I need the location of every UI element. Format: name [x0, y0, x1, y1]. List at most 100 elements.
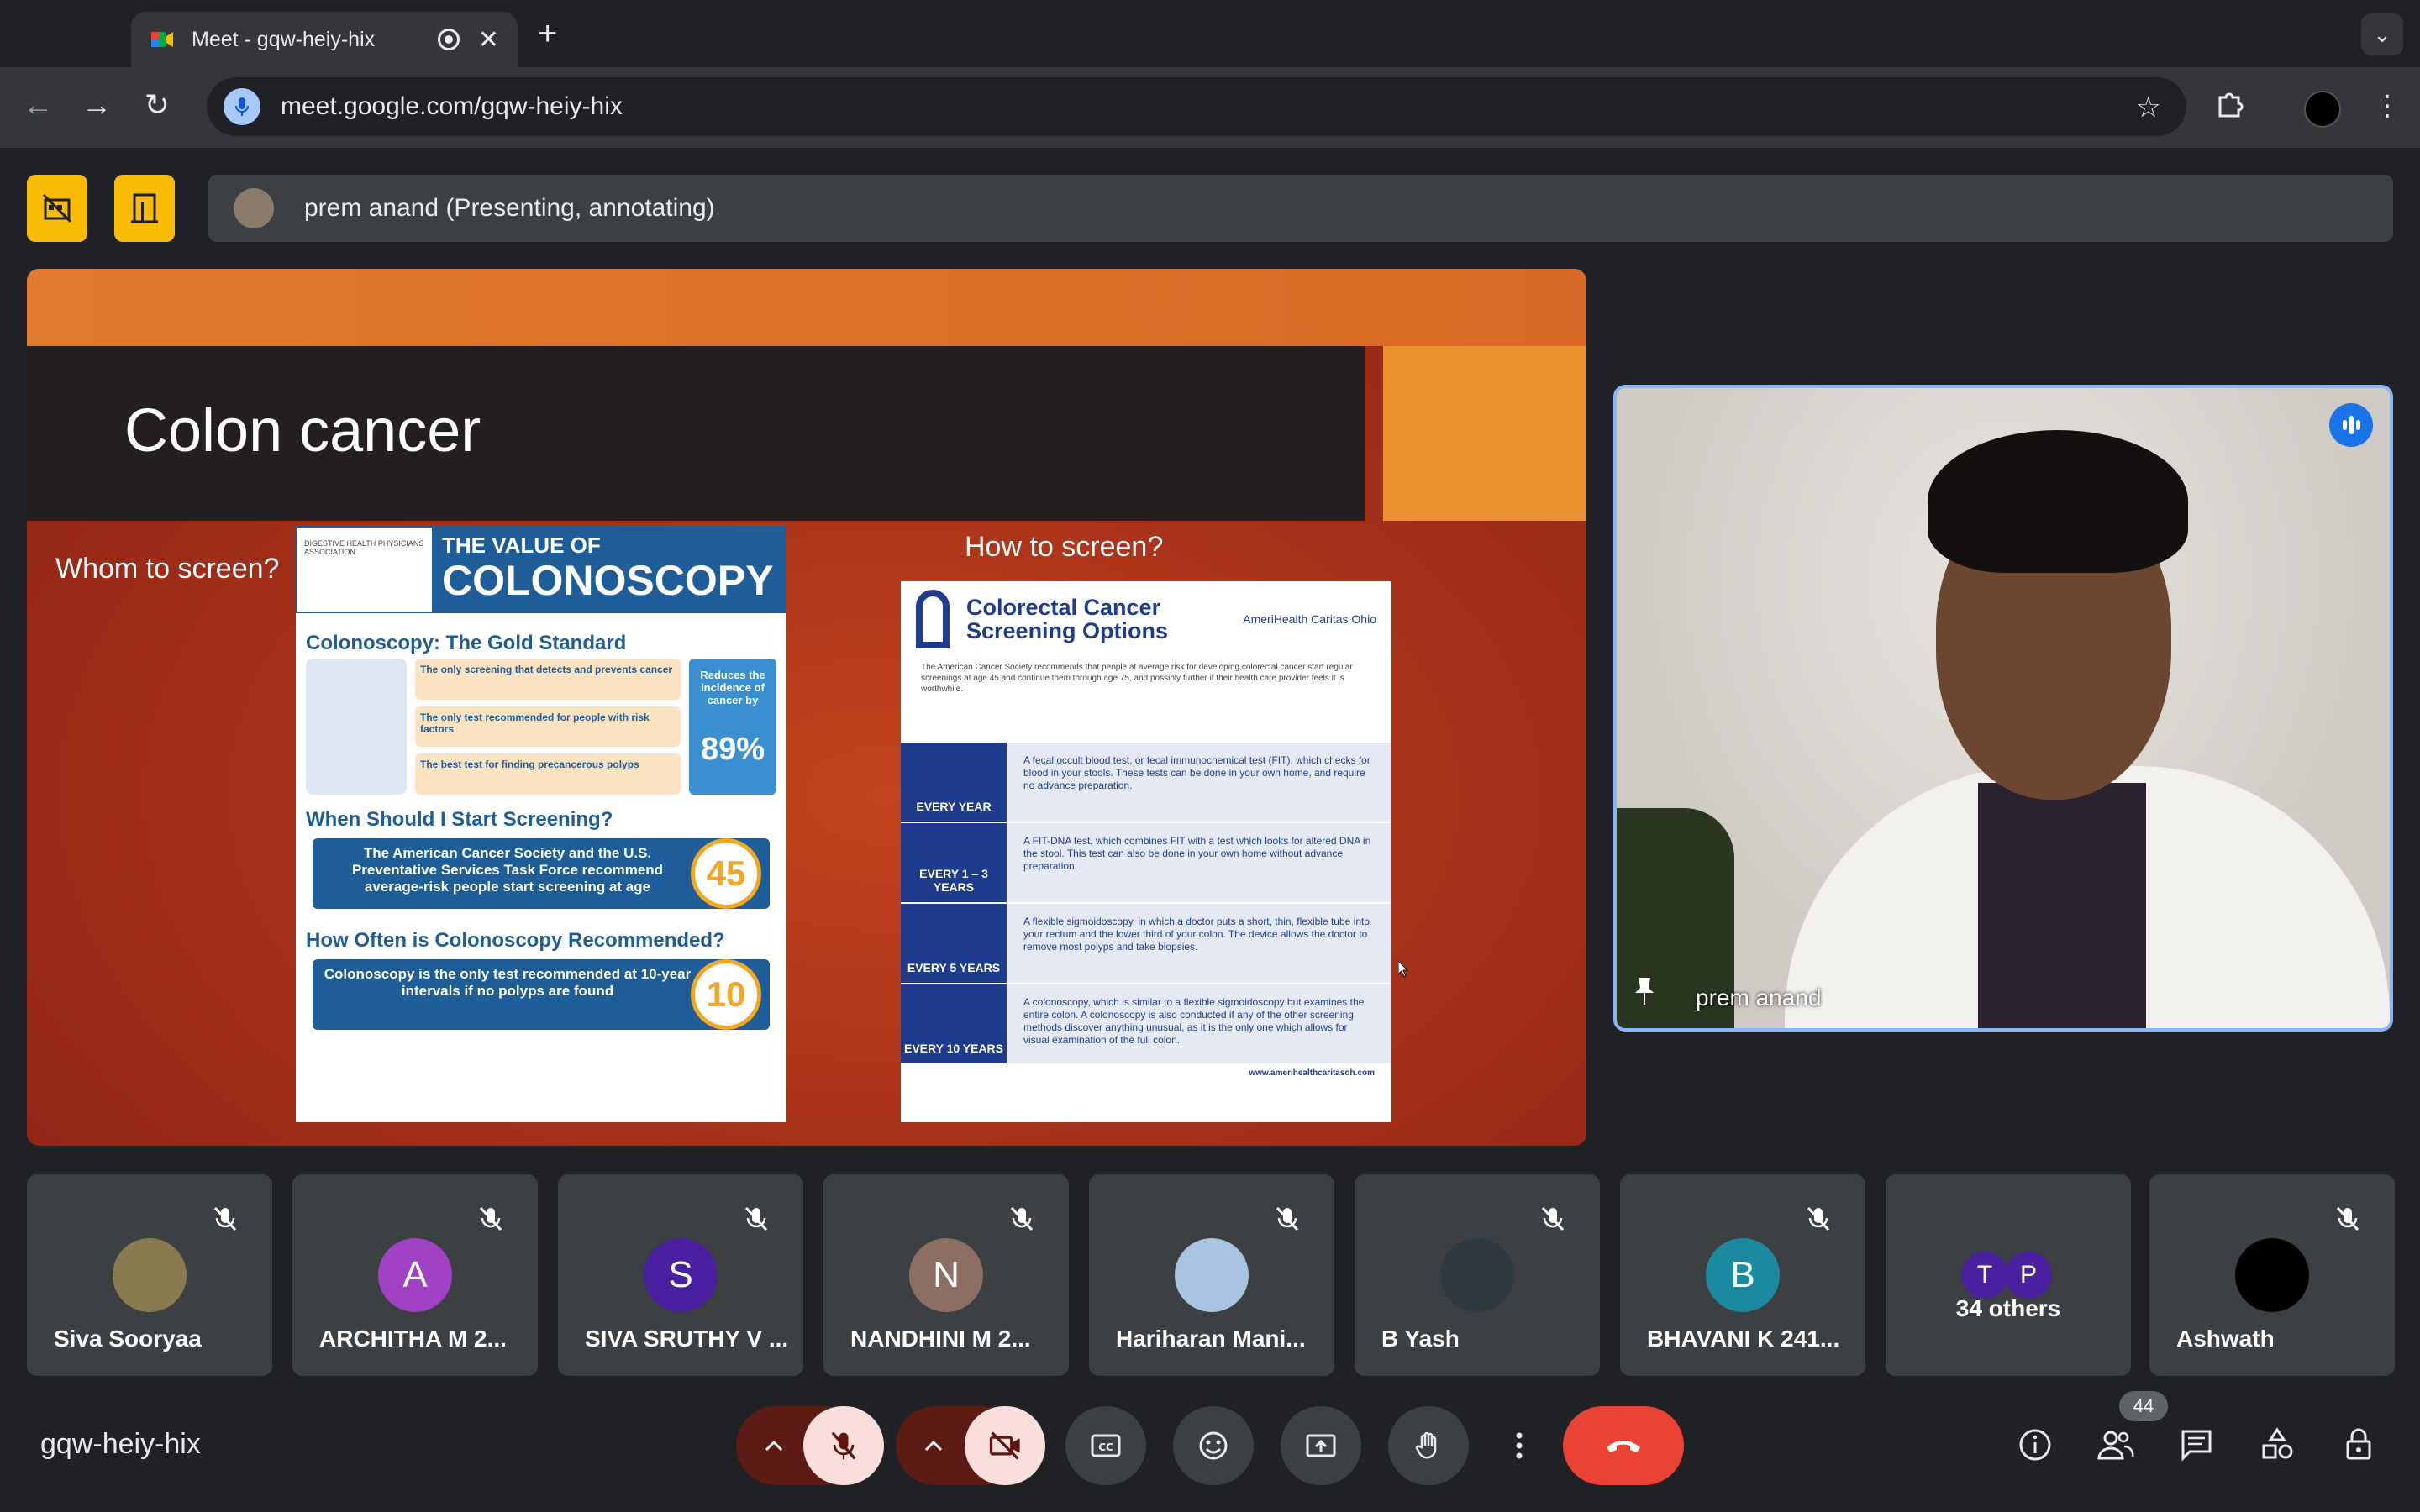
speaker-hair: [1928, 430, 2188, 573]
speaker-video-tile[interactable]: prem anand: [1613, 385, 2393, 1032]
participant-name: Ashwath: [2176, 1326, 2275, 1352]
slide-question-right: How to screen?: [965, 531, 1164, 563]
participant-tile[interactable]: N NANDHINI M 2...: [823, 1174, 1069, 1376]
participant-name: ARCHITHA M 2...: [319, 1326, 507, 1352]
svg-text:CC: CC: [1098, 1441, 1113, 1453]
people-button[interactable]: [2094, 1423, 2138, 1467]
mouse-cursor-icon: [1398, 961, 1409, 978]
info-icon: [2019, 1429, 2051, 1461]
participant-avatar: [1440, 1238, 1514, 1312]
tab-search-chevron-icon[interactable]: ⌄: [2361, 13, 2403, 55]
poster-section-2: When Should I Start Screening?: [306, 808, 613, 831]
muted-mic-icon: [1270, 1201, 1304, 1235]
muted-mic-icon: [2331, 1201, 2365, 1235]
options-footer-url: www.amerihealthcaritasoh.com: [1249, 1068, 1375, 1078]
others-tile[interactable]: T P 34 others: [1886, 1174, 2131, 1376]
muted-mic-icon: [1005, 1201, 1039, 1235]
muted-mic-icon: [208, 1201, 242, 1235]
presenter-banner[interactable]: prem anand (Presenting, annotating): [208, 175, 2393, 242]
participant-avatar: S: [644, 1238, 718, 1312]
slide-accent-block: [1383, 346, 1586, 521]
present-screen-button[interactable]: [1281, 1406, 1361, 1485]
stop-annotation-icon[interactable]: [27, 175, 87, 242]
host-controls-button[interactable]: [2338, 1423, 2381, 1467]
leave-call-button[interactable]: [1563, 1406, 1684, 1485]
meeting-details-button[interactable]: [2013, 1423, 2057, 1467]
chevron-up-icon: [924, 1440, 943, 1452]
tab-close-icon[interactable]: ✕: [478, 25, 499, 55]
participant-tile[interactable]: Siva Sooryaa: [27, 1174, 272, 1376]
presenter-avatar: [234, 188, 274, 228]
mic-off-icon: [831, 1431, 856, 1460]
closed-captions-icon: CC: [1091, 1434, 1121, 1457]
forward-arrow-icon[interactable]: →: [76, 87, 118, 123]
extensions-puzzle-icon[interactable]: [2215, 89, 2244, 125]
body-illustration-icon: [306, 659, 407, 795]
speaker-name: prem anand: [1696, 984, 1822, 1011]
gold-point-1: The only screening that detects and prev…: [415, 659, 681, 700]
other-avatar: T: [1961, 1252, 2008, 1299]
slide-question-left: Whom to screen?: [55, 553, 280, 585]
present-screen-icon: [1306, 1434, 1336, 1457]
chat-icon: [2181, 1430, 2212, 1462]
participant-tile[interactable]: A ARCHITHA M 2...: [292, 1174, 538, 1376]
chat-button[interactable]: [2175, 1423, 2218, 1467]
pin-icon[interactable]: [1632, 976, 1657, 1014]
start-screening-box: The American Cancer Society and the U.S.…: [313, 838, 770, 909]
muted-mic-icon: [474, 1201, 508, 1235]
microphone-toggle-button[interactable]: [803, 1406, 884, 1485]
other-avatar: P: [2005, 1252, 2052, 1299]
start-age-value: 45: [691, 838, 761, 909]
start-screening-text: The American Cancer Society and the U.S.…: [351, 845, 664, 895]
browser-menu-icon[interactable]: ⋮: [2373, 89, 2402, 123]
participant-avatar: [2235, 1238, 2309, 1312]
captions-button[interactable]: CC: [1065, 1406, 1146, 1485]
option-description: A FIT-DNA test, which combines FIT with …: [1007, 823, 1392, 902]
option-interval-label: EVERY YEAR: [901, 743, 1007, 822]
participant-name: Hariharan Mani...: [1116, 1326, 1306, 1352]
option-row: EVERY 10 YEARS A colonoscopy, which is s…: [901, 983, 1392, 1063]
back-arrow-icon[interactable]: ←: [17, 87, 59, 123]
gold-point-2: The only test recommended for people wit…: [415, 706, 681, 748]
options-intro: The American Cancer Society recommends t…: [921, 663, 1353, 694]
participant-avatar: N: [909, 1238, 983, 1312]
reactions-button[interactable]: [1173, 1406, 1254, 1485]
poster-header-small: THE VALUE OF: [442, 533, 601, 558]
participant-name: SIVA SRUTHY V ...: [585, 1326, 789, 1352]
chevron-up-icon: [765, 1440, 783, 1452]
bookmark-star-icon[interactable]: ☆: [2136, 91, 2161, 124]
poster-section-3: How Often is Colonoscopy Recommended?: [306, 929, 725, 952]
participant-tile[interactable]: Hariharan Mani...: [1089, 1174, 1334, 1376]
association-logo: DIGESTIVE HEALTH PHYSICIANS ASSOCIATION: [296, 526, 434, 613]
gold-standard-block: The only screening that detects and prev…: [296, 655, 786, 798]
camera-toggle-button[interactable]: [965, 1406, 1045, 1485]
new-tab-button[interactable]: +: [538, 15, 557, 53]
slide-title-bar: Colon cancer: [27, 346, 1365, 521]
tab-title: Meet - gqw-heiy-hix: [192, 27, 376, 51]
raise-hand-button[interactable]: [1388, 1406, 1469, 1485]
muted-mic-icon: [1802, 1201, 1835, 1235]
screening-interval-box: Colonoscopy is the only test recommended…: [313, 959, 770, 1030]
participant-tile[interactable]: B Yash: [1355, 1174, 1600, 1376]
reload-icon[interactable]: ↻: [136, 87, 178, 123]
more-options-button[interactable]: [1496, 1406, 1543, 1485]
participant-tile[interactable]: S SIVA SRUTHY V ...: [558, 1174, 803, 1376]
slide-top-band: [27, 269, 1586, 346]
reduces-text: Reduces the incidence of cancer by: [700, 669, 765, 706]
url-text: meet.google.com/gqw-heiy-hix: [281, 92, 623, 120]
poster-section-1: Colonoscopy: The Gold Standard: [306, 632, 627, 654]
microphone-in-use-icon[interactable]: [224, 88, 260, 125]
screening-interval-value: 10: [691, 959, 761, 1030]
participant-avatar: [113, 1238, 187, 1312]
profile-avatar[interactable]: [2304, 91, 2341, 128]
participant-tile[interactable]: B BHAVANI K 241...: [1620, 1174, 1865, 1376]
participant-tile[interactable]: Ashwath: [2149, 1174, 2395, 1376]
option-interval-label: EVERY 1 – 3 YEARS: [901, 823, 1007, 902]
options-poster-header: Colorectal Cancer Screening Options Amer…: [901, 581, 1392, 657]
activities-button[interactable]: [2255, 1423, 2299, 1467]
address-bar[interactable]: meet.google.com/gqw-heiy-hix ☆: [207, 77, 2186, 136]
browser-tab-meet[interactable]: Meet - gqw-heiy-hix ✕: [131, 12, 518, 67]
participant-avatar: [1175, 1238, 1249, 1312]
others-count: 34 others: [1955, 1295, 2061, 1321]
companion-mode-icon[interactable]: [114, 175, 175, 242]
